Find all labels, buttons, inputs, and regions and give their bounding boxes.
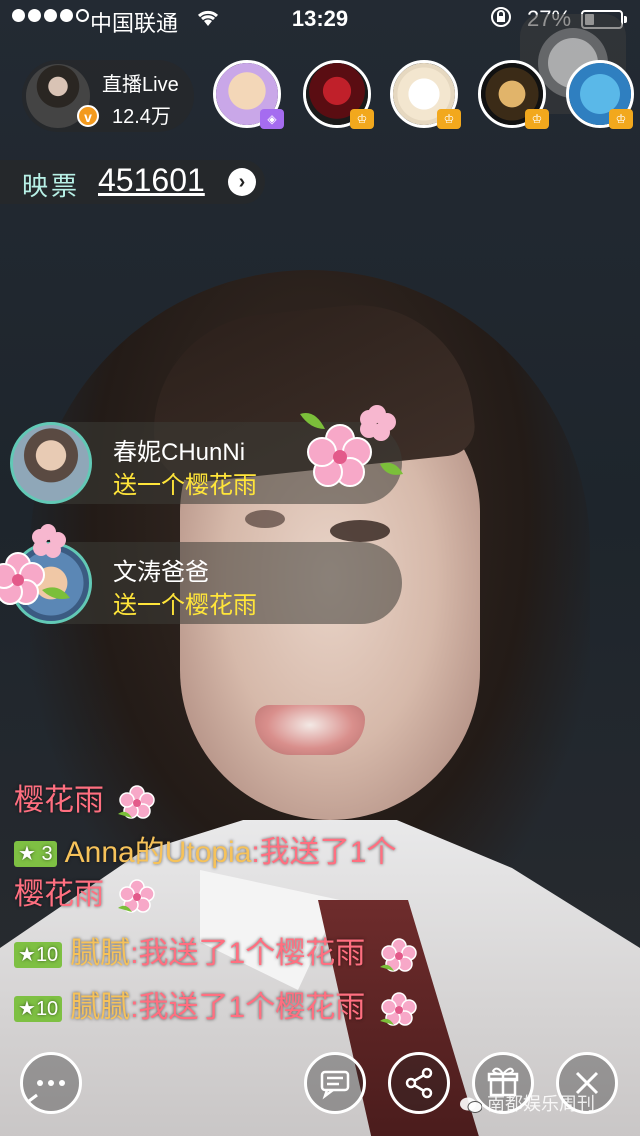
cherry-blossom-icon — [118, 785, 156, 819]
viewer-level-badge: ♔ — [350, 109, 374, 129]
share-button[interactable] — [388, 1052, 450, 1114]
host-title: 直播Live — [102, 74, 179, 96]
viewer-avatar[interactable]: ♔ — [566, 60, 634, 129]
gift-sender-name: 春妮CHunNi — [113, 439, 246, 466]
gift-notification: 文涛爸爸 送一个樱花雨 — [0, 524, 402, 624]
gift-sender-name: 文涛爸爸 — [113, 559, 209, 586]
chat-text: 樱花雨 — [14, 878, 104, 911]
streamer-mouth — [255, 705, 365, 755]
battery-tip — [624, 16, 627, 23]
chat-username[interactable]: Anna的Utopia — [65, 836, 252, 869]
watermark-text: 南都娱乐周刊 — [487, 1094, 596, 1114]
chat-button[interactable] — [304, 1052, 366, 1114]
viewer-level-badge: ♔ — [437, 109, 461, 129]
streamer-eye — [245, 510, 285, 528]
chat-message: ★ 3 Anna的Utopia:我送了1个 樱花雨 — [14, 832, 454, 916]
cherry-blossom-icon — [379, 938, 417, 972]
gift-message: 送一个樱花雨 — [113, 472, 257, 499]
gift-sender-avatar[interactable] — [10, 422, 92, 504]
comment-button[interactable] — [20, 1052, 82, 1114]
share-icon — [405, 1067, 433, 1099]
ticket-value[interactable]: 451601 — [98, 162, 205, 199]
watermark: 南都娱乐周刊 — [460, 1090, 595, 1116]
cherry-blossom-icon — [300, 405, 403, 487]
speech-bubble-icon — [28, 1080, 65, 1103]
user-level: 3 — [41, 843, 53, 866]
ticket-bar[interactable]: 映票 451601 › — [0, 160, 265, 204]
viewer-avatar[interactable]: ♔ — [303, 60, 374, 129]
chat-text: :我送了1个 — [251, 836, 397, 869]
chat-message: ★10 腻腻:我送了1个樱花雨 — [14, 928, 418, 973]
cherry-blossom-icon — [118, 879, 156, 913]
rotation-lock-icon — [490, 6, 512, 34]
chat-text: :我送了1个樱花雨 — [130, 937, 366, 970]
streamer-eye — [330, 520, 390, 542]
viewer-avatar[interactable]: ♔ — [390, 60, 461, 129]
wechat-icon — [460, 1097, 483, 1114]
user-level: 10 — [35, 944, 59, 967]
viewer-level-badge: ◈ — [260, 109, 284, 129]
chat-text: 樱花雨 — [14, 784, 104, 817]
verified-badge: v — [77, 105, 99, 127]
chat-message: 樱花雨 — [14, 775, 156, 820]
viewer-count: 12.4万 — [112, 106, 171, 128]
cherry-blossom-icon — [379, 992, 417, 1026]
user-level-badge: ★10 — [14, 996, 63, 1023]
viewer-avatar[interactable]: ◈ — [213, 60, 284, 129]
chat-message: ★10 腻腻:我送了1个樱花雨 — [14, 982, 418, 1027]
gift-notification: 春妮CHunNi 送一个樱花雨 — [10, 405, 403, 504]
chat-username[interactable]: 腻腻 — [70, 937, 130, 970]
chevron-right-icon[interactable]: › — [228, 168, 256, 196]
cherry-blossom-icon — [0, 524, 70, 605]
ticket-label: 映票 — [22, 171, 81, 201]
gift-message: 送一个樱花雨 — [113, 592, 257, 619]
user-level-badge: ★ 3 — [14, 841, 57, 868]
chat-username[interactable]: 腻腻 — [70, 991, 130, 1024]
viewer-level-badge: ♔ — [609, 109, 633, 129]
host-info-pill[interactable]: v 直播Live 12.4万 — [22, 60, 194, 132]
user-level-badge: ★10 — [14, 942, 63, 969]
chat-text: :我送了1个樱花雨 — [130, 991, 366, 1024]
message-icon — [320, 1070, 350, 1100]
viewer-level-badge: ♔ — [525, 109, 549, 129]
viewer-avatar[interactable]: ♔ — [478, 60, 549, 129]
user-level: 10 — [35, 998, 59, 1021]
